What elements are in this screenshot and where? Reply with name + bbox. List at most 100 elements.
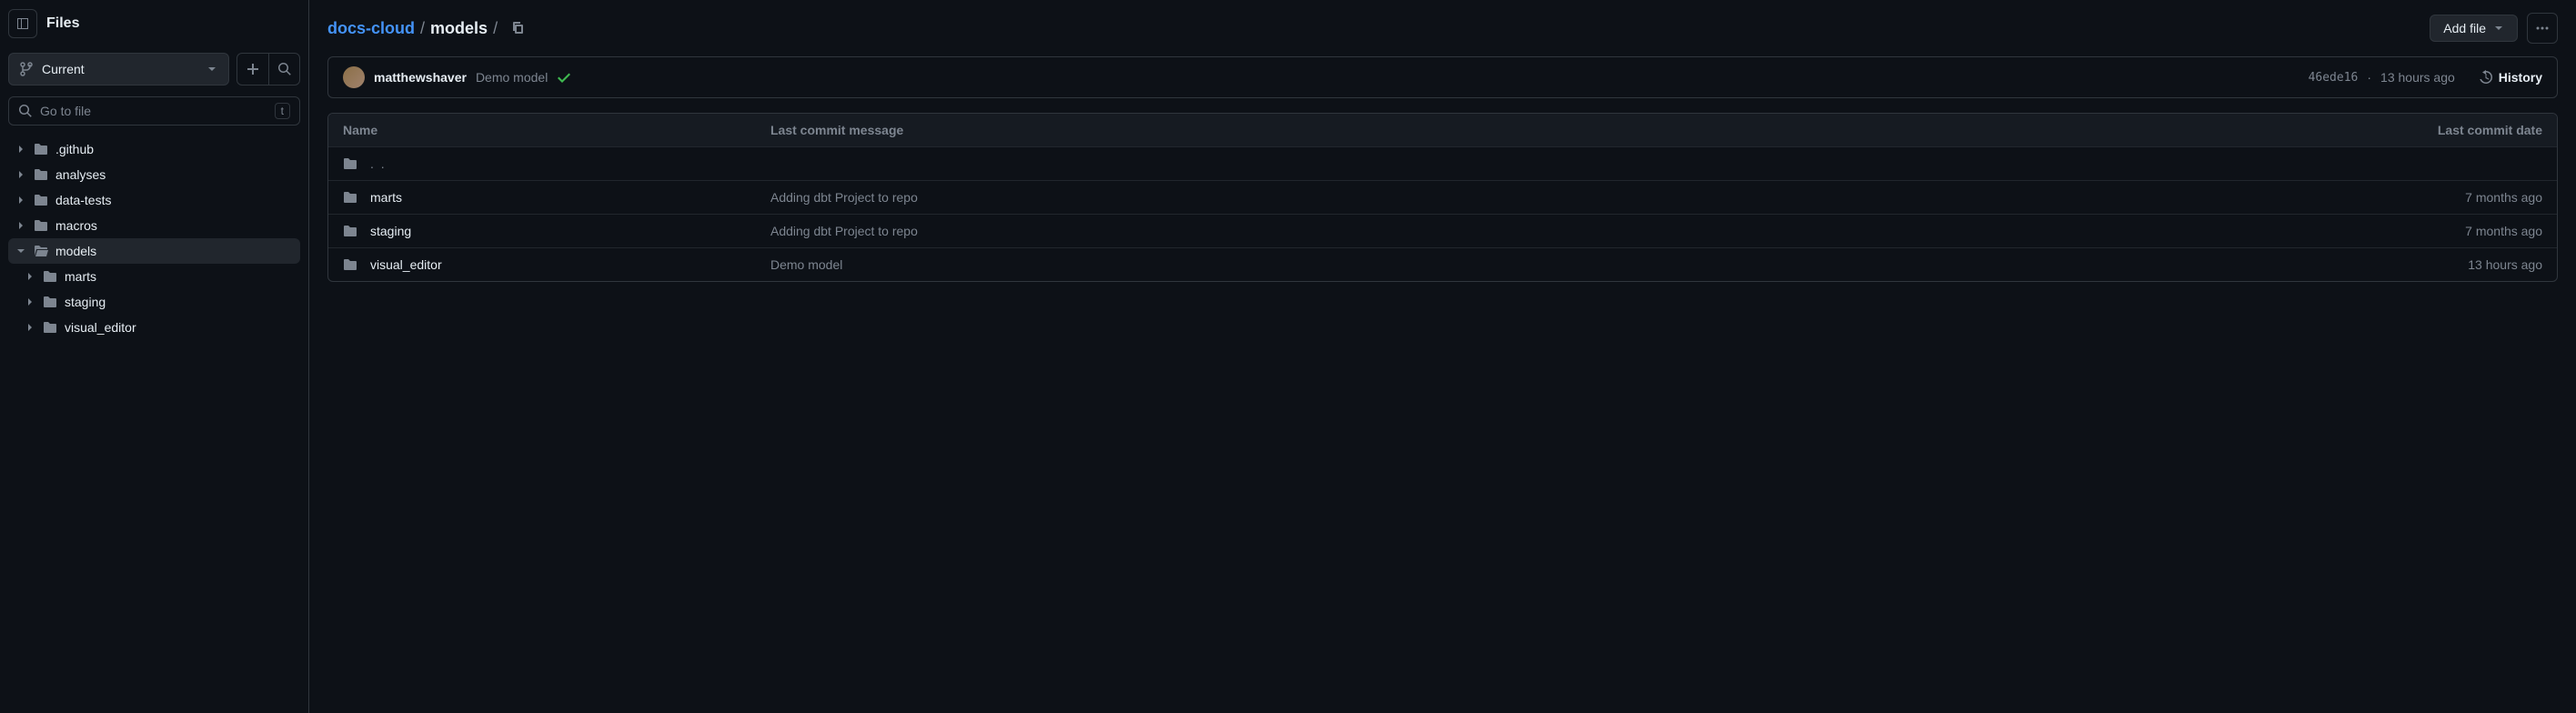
add-button[interactable] [237, 54, 268, 85]
chevron-right-icon [25, 271, 35, 282]
history-icon [2479, 70, 2493, 85]
chevron-right-icon [25, 296, 35, 307]
table-header: Name Last commit message Last commit dat… [328, 114, 2557, 146]
breadcrumb-sep: / [493, 19, 498, 38]
folder-icon [343, 156, 357, 171]
commit-sha[interactable]: 46ede16 [2309, 71, 2359, 85]
breadcrumb-sep: / [420, 19, 425, 38]
branch-row: Current [3, 47, 306, 91]
sidebar: Files Current t .github analyses data-test… [0, 0, 309, 713]
parent-link[interactable]: . . [370, 156, 387, 171]
branch-icon [20, 62, 35, 76]
tree-item-macros[interactable]: macros [8, 213, 300, 238]
table-row: visual_editor Demo model13 hours ago [328, 247, 2557, 281]
breadcrumb-current: models [430, 19, 488, 38]
chevron-right-icon [15, 144, 26, 155]
breadcrumb-row: docs-cloud / models / Add file [327, 13, 2558, 44]
sidebar-collapse-icon [15, 16, 30, 31]
branch-selector[interactable]: Current [8, 53, 229, 85]
branch-name: Current [42, 62, 199, 76]
folder-open-icon [34, 244, 48, 258]
main-content: docs-cloud / models / Add file matthewsh… [309, 0, 2576, 713]
chevron-right-icon [15, 195, 26, 206]
row-commit-date: 7 months ago [2306, 224, 2542, 238]
folder-icon [343, 224, 357, 238]
history-label: History [2499, 70, 2542, 85]
copy-icon [510, 20, 525, 35]
search-icon [277, 62, 292, 76]
copy-path-button[interactable] [507, 16, 528, 41]
tree-item-analyses[interactable]: analyses [8, 162, 300, 187]
breadcrumb-repo[interactable]: docs-cloud [327, 19, 415, 38]
tree-item-label: visual_editor [65, 320, 136, 335]
file-search[interactable]: t [8, 96, 300, 126]
row-commit-date: 7 months ago [2306, 190, 2542, 205]
commit-author[interactable]: matthewshaver [374, 70, 467, 85]
more-options-button[interactable] [2527, 13, 2558, 44]
header-name: Name [343, 123, 770, 137]
folder-icon [34, 193, 48, 207]
caret-down-icon [2493, 23, 2504, 34]
row-name-link[interactable]: staging [370, 224, 411, 238]
file-search-input[interactable] [40, 104, 267, 118]
file-tree: .github analyses data-tests macros models mar… [3, 131, 306, 346]
search-button[interactable] [268, 54, 299, 85]
sidebar-header: Files [3, 9, 306, 47]
caret-down-icon [206, 64, 217, 75]
check-icon[interactable] [557, 70, 571, 85]
collapse-sidebar-button[interactable] [8, 9, 37, 38]
commit-message[interactable]: Demo model [476, 70, 548, 85]
folder-icon [34, 167, 48, 182]
parent-directory-row[interactable]: . . [328, 146, 2557, 180]
tree-item-label: models [55, 244, 96, 258]
file-search-kbd: t [275, 103, 290, 119]
tree-item-visual_editor[interactable]: visual_editor [8, 315, 300, 340]
header-message: Last commit message [770, 123, 2306, 137]
kebab-icon [2535, 21, 2550, 35]
add-file-label: Add file [2443, 21, 2486, 35]
chevron-right-icon [25, 322, 35, 333]
file-table: Name Last commit message Last commit dat… [327, 113, 2558, 282]
folder-icon [43, 320, 57, 335]
row-commit-message[interactable]: Adding dbt Project to repo [770, 224, 2306, 238]
row-commit-message[interactable]: Adding dbt Project to repo [770, 190, 2306, 205]
add-file-button[interactable]: Add file [2430, 15, 2518, 42]
tree-item-data-tests[interactable]: data-tests [8, 187, 300, 213]
breadcrumb: docs-cloud / models / [327, 19, 498, 38]
branch-actions [236, 53, 300, 85]
row-name-link[interactable]: visual_editor [370, 257, 442, 272]
tree-item-label: macros [55, 218, 97, 233]
folder-icon [43, 295, 57, 309]
latest-commit-bar: matthewshaver Demo model 46ede16 · 13 ho… [327, 56, 2558, 98]
folder-icon [343, 190, 357, 205]
files-title: Files [46, 15, 79, 32]
tree-item-label: staging [65, 295, 106, 309]
avatar[interactable] [343, 66, 365, 88]
tree-item-.github[interactable]: .github [8, 136, 300, 162]
chevron-right-icon [15, 169, 26, 180]
table-row: marts Adding dbt Project to repo7 months … [328, 180, 2557, 214]
chevron-right-icon [15, 220, 26, 231]
row-commit-date: 13 hours ago [2306, 257, 2542, 272]
row-commit-message[interactable]: Demo model [770, 257, 2306, 272]
plus-icon [246, 62, 260, 76]
commit-time: 13 hours ago [2380, 70, 2455, 85]
chevron-down-icon [15, 246, 26, 256]
folder-icon [343, 257, 357, 272]
commit-sep: · [2367, 70, 2371, 85]
tree-item-staging[interactable]: staging [8, 289, 300, 315]
tree-item-label: marts [65, 269, 96, 284]
tree-item-marts[interactable]: marts [8, 264, 300, 289]
tree-item-models[interactable]: models [8, 238, 300, 264]
folder-icon [34, 218, 48, 233]
row-name-link[interactable]: marts [370, 190, 402, 205]
history-link[interactable]: History [2479, 70, 2542, 85]
search-icon [18, 104, 33, 118]
table-row: staging Adding dbt Project to repo7 month… [328, 214, 2557, 247]
tree-item-label: data-tests [55, 193, 111, 207]
tree-item-label: .github [55, 142, 94, 156]
header-date: Last commit date [2306, 123, 2542, 137]
folder-icon [43, 269, 57, 284]
folder-icon [34, 142, 48, 156]
tree-item-label: analyses [55, 167, 106, 182]
